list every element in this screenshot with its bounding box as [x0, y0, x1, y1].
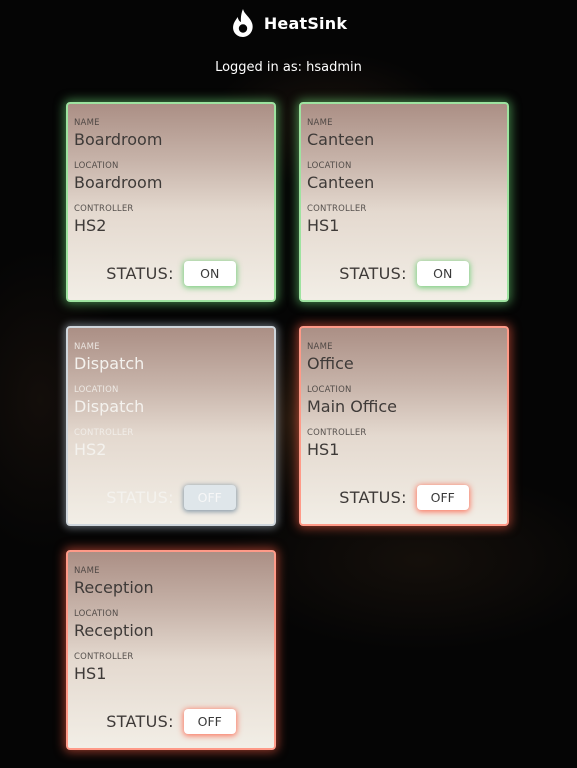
flame-icon	[232, 9, 253, 37]
controller-label: CONTROLLER	[74, 204, 134, 214]
status-label: STATUS:	[339, 488, 407, 507]
name-label: NAME	[307, 118, 333, 128]
device-card: NAME Reception LOCATION Reception CONTRO…	[66, 550, 276, 750]
status-row: STATUS: OFF	[301, 485, 507, 510]
device-location: Canteen	[307, 173, 375, 192]
status-toggle-button[interactable]: ON	[416, 261, 469, 286]
status-toggle-button[interactable]: OFF	[416, 485, 469, 510]
device-controller: HS1	[307, 216, 340, 235]
app-header: HeatSink	[0, 8, 577, 38]
status-toggle-button[interactable]: OFF	[183, 709, 236, 734]
device-controller: HS2	[74, 440, 107, 459]
device-name: Boardroom	[74, 130, 163, 149]
controller-label: CONTROLLER	[307, 428, 367, 438]
status-toggle-button[interactable]: ON	[183, 261, 236, 286]
status-row: STATUS: ON	[68, 261, 274, 286]
name-label: NAME	[307, 342, 333, 352]
app-brand: HeatSink	[263, 13, 348, 33]
location-label: LOCATION	[307, 161, 352, 171]
device-controller: HS1	[74, 664, 107, 683]
controller-label: CONTROLLER	[74, 652, 134, 662]
device-name: Office	[307, 354, 354, 373]
device-card: NAME Office LOCATION Main Office CONTROL…	[299, 326, 509, 526]
name-label: NAME	[74, 566, 100, 576]
location-label: LOCATION	[74, 161, 119, 171]
device-name: Canteen	[307, 130, 375, 149]
status-label: STATUS:	[106, 264, 174, 283]
name-label: NAME	[74, 118, 100, 128]
location-label: LOCATION	[74, 385, 119, 395]
device-controller: HS1	[307, 440, 340, 459]
device-location: Boardroom	[74, 173, 163, 192]
device-controller: HS2	[74, 216, 107, 235]
device-card: NAME Boardroom LOCATION Boardroom CONTRO…	[66, 102, 276, 302]
status-label: STATUS:	[339, 264, 407, 283]
device-location: Main Office	[307, 397, 397, 416]
name-label: NAME	[74, 342, 100, 352]
device-card: NAME Dispatch LOCATION Dispatch CONTROLL…	[66, 326, 276, 526]
location-label: LOCATION	[74, 609, 119, 619]
controller-label: CONTROLLER	[307, 204, 367, 214]
status-label: STATUS:	[106, 712, 174, 731]
status-row: STATUS: OFF	[68, 709, 274, 734]
location-label: LOCATION	[307, 385, 352, 395]
device-name: Dispatch	[74, 354, 145, 373]
status-row: STATUS: OFF	[68, 485, 274, 510]
controller-label: CONTROLLER	[74, 428, 134, 438]
status-label: STATUS:	[106, 488, 174, 507]
status-row: STATUS: ON	[301, 261, 507, 286]
logged-in-status: Logged in as: hsadmin	[215, 60, 362, 75]
device-location: Reception	[74, 621, 154, 640]
device-name: Reception	[74, 578, 154, 597]
device-location: Dispatch	[74, 397, 145, 416]
device-card: NAME Canteen LOCATION Canteen CONTROLLER…	[299, 102, 509, 302]
status-toggle-button[interactable]: OFF	[183, 485, 236, 510]
